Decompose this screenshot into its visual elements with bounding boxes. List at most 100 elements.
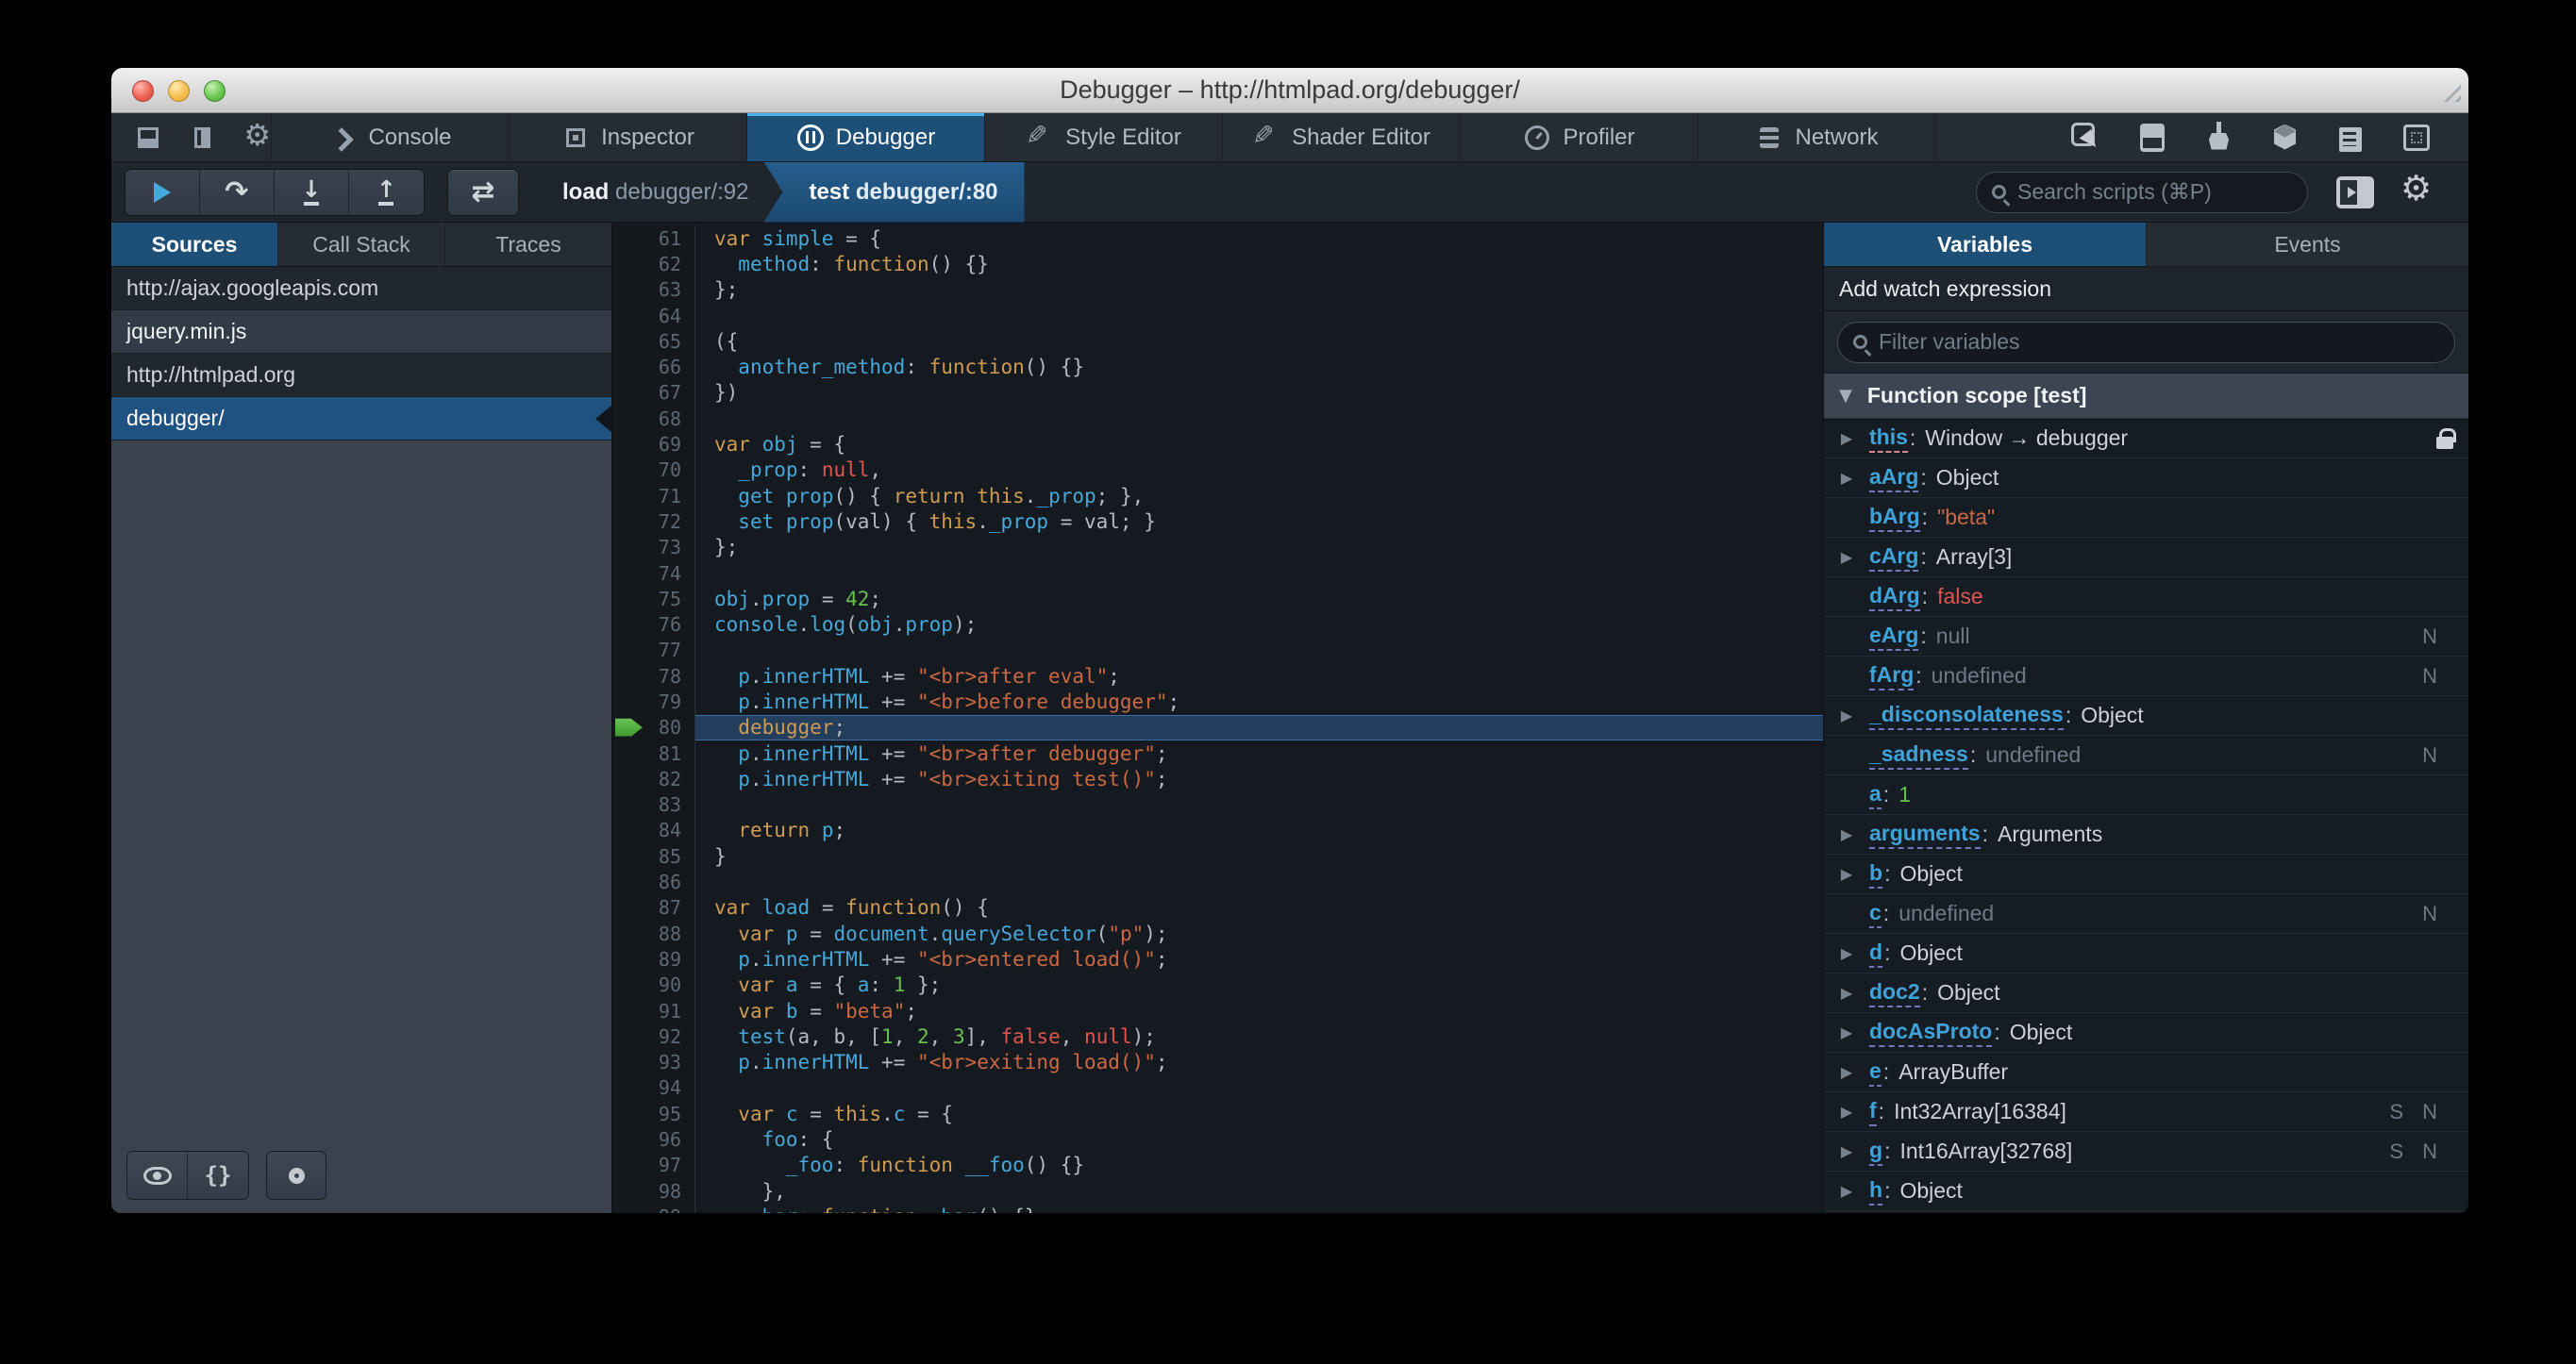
- pretty-print-button[interactable]: {}: [188, 1152, 248, 1199]
- variable-row[interactable]: ▶ arguments: Arguments: [1824, 815, 2468, 855]
- code-line[interactable]: 64: [612, 302, 1823, 329]
- code-line[interactable]: 96 foo: {: [612, 1126, 1823, 1153]
- zoom-window-button[interactable]: [204, 80, 226, 102]
- variable-row[interactable]: ▶ doc2: Object: [1824, 973, 2468, 1013]
- code-line[interactable]: 76 console. log(obj. prop);: [612, 611, 1823, 638]
- code-line[interactable]: 85}: [612, 843, 1823, 870]
- line-number-gutter[interactable]: 86: [612, 869, 695, 895]
- variable-row[interactable]: ▶ this: Window → debugger: [1824, 419, 2468, 458]
- line-number-gutter[interactable]: 67: [612, 379, 695, 407]
- code-line[interactable]: 66 another_method: function() {}: [612, 354, 1823, 380]
- step-in-button[interactable]: ↓: [275, 169, 349, 215]
- line-number-gutter[interactable]: 62: [612, 251, 695, 277]
- code-line[interactable]: 79 p. innerHTML += "<br>before debugger";: [612, 689, 1823, 715]
- code-line[interactable]: 72 set prop (val) { this. _prop = val; }: [612, 508, 1823, 535]
- line-number-gutter[interactable]: 93: [612, 1049, 695, 1075]
- line-number-gutter[interactable]: 79: [612, 689, 695, 715]
- filter-variables-input[interactable]: [1879, 329, 2439, 355]
- code-line[interactable]: 84 return p;: [612, 817, 1823, 844]
- variable-row[interactable]: eArg: null N: [1824, 617, 2468, 657]
- line-number-gutter[interactable]: 70: [612, 457, 695, 483]
- sidebar-tab-sources[interactable]: Sources: [111, 223, 278, 266]
- line-number-gutter[interactable]: 83: [612, 791, 695, 818]
- line-number-gutter[interactable]: 80: [612, 714, 695, 740]
- breadcrumb-frame[interactable]: load debugger/:92: [562, 179, 748, 206]
- code-line[interactable]: 93 p. innerHTML += "<br>exiting load()";: [612, 1049, 1823, 1075]
- variable-row[interactable]: ▶ b: Object: [1824, 855, 2468, 894]
- code-line[interactable]: 82 p. innerHTML += "<br>exiting test()";: [612, 766, 1823, 792]
- toggle-black-boxing-button[interactable]: [447, 168, 519, 216]
- line-number-gutter[interactable]: 94: [612, 1074, 695, 1102]
- line-number-gutter[interactable]: 90: [612, 972, 695, 998]
- code-line[interactable]: 74: [612, 559, 1823, 587]
- line-number-gutter[interactable]: 87: [612, 894, 695, 922]
- code-line[interactable]: 98 },: [612, 1177, 1823, 1205]
- code-line[interactable]: 97 _foo: function __foo() {}: [612, 1152, 1823, 1178]
- tilt-3d-icon[interactable]: [2267, 120, 2302, 156]
- code-line[interactable]: 70 _prop: null,: [612, 457, 1823, 483]
- line-number-gutter[interactable]: 84: [612, 817, 695, 844]
- code-line[interactable]: 99 bar: function _bar() {},: [612, 1204, 1823, 1213]
- step-out-button[interactable]: ↑: [349, 169, 424, 215]
- tab-profiler[interactable]: Profiler: [1461, 113, 1698, 161]
- line-number-gutter[interactable]: 97: [612, 1152, 695, 1178]
- panel-tab-events[interactable]: Events: [2147, 223, 2468, 266]
- line-number-gutter[interactable]: 65: [612, 328, 695, 355]
- script-search-box[interactable]: [1976, 171, 2308, 213]
- code-line[interactable]: 62 method: function() {}: [612, 251, 1823, 277]
- variable-row[interactable]: _sadness: undefined N: [1824, 736, 2468, 775]
- line-number-gutter[interactable]: 92: [612, 1023, 695, 1050]
- code-line[interactable]: 78 p. innerHTML += "<br>after eval";: [612, 663, 1823, 690]
- code-line[interactable]: 73};: [612, 534, 1823, 560]
- tab-network[interactable]: Network: [1698, 113, 1936, 161]
- tab-inspector[interactable]: Inspector: [510, 113, 747, 161]
- code-line[interactable]: 81 p. innerHTML += "<br>after debugger";: [612, 740, 1823, 767]
- dock-side-icon[interactable]: [189, 123, 217, 153]
- pause-on-exceptions-button[interactable]: [127, 1152, 188, 1199]
- variable-row[interactable]: ▶ f: Int32Array[16384] S N: [1824, 1092, 2468, 1132]
- variable-row[interactable]: ▶ docAsProto: Object: [1824, 1013, 2468, 1053]
- code-line[interactable]: 67}): [612, 379, 1823, 407]
- line-number-gutter[interactable]: 66: [612, 354, 695, 380]
- code-line[interactable]: 87 var load = function() {: [612, 894, 1823, 922]
- variable-row[interactable]: ▶ g: Int16Array[32768] S N: [1824, 1132, 2468, 1172]
- line-number-gutter[interactable]: 64: [612, 302, 695, 329]
- line-number-gutter[interactable]: 99: [612, 1204, 695, 1213]
- variable-row[interactable]: ▶ cArg: Array[3]: [1824, 538, 2468, 577]
- code-line[interactable]: 92 test (a, b, [1, 2, 3], false, null);: [612, 1023, 1823, 1050]
- variable-row[interactable]: fArg: undefined N: [1824, 657, 2468, 696]
- code-line[interactable]: 63};: [612, 276, 1823, 303]
- line-number-gutter[interactable]: 76: [612, 611, 695, 638]
- line-number-gutter[interactable]: 74: [612, 559, 695, 587]
- source-editor[interactable]: 61 var simple = {62 method: function() {}…: [612, 223, 1823, 1213]
- resume-button[interactable]: [125, 169, 200, 215]
- tab-console[interactable]: Console: [272, 113, 510, 161]
- code-line[interactable]: 61 var simple = {: [612, 225, 1823, 252]
- line-number-gutter[interactable]: 95: [612, 1101, 695, 1127]
- code-line[interactable]: 83: [612, 791, 1823, 818]
- code-line[interactable]: 65 ({: [612, 328, 1823, 355]
- code-line[interactable]: 69 var obj = {: [612, 431, 1823, 457]
- variable-row[interactable]: ▶ h: Object: [1824, 1172, 2468, 1211]
- code-line[interactable]: 91 var b = "beta";: [612, 997, 1823, 1024]
- variable-row[interactable]: ▶ _disconsolateness: Object: [1824, 696, 2468, 736]
- source-group[interactable]: http://htmlpad.org: [111, 354, 611, 397]
- code-line[interactable]: 71 get prop() { return this. _prop; },: [612, 482, 1823, 509]
- line-number-gutter[interactable]: 78: [612, 663, 695, 690]
- tab-style-editor[interactable]: Style Editor: [985, 113, 1223, 161]
- line-number-gutter[interactable]: 81: [612, 740, 695, 767]
- variable-row[interactable]: ▶ d: Object: [1824, 934, 2468, 973]
- debugger-options-gear-icon[interactable]: [2400, 168, 2434, 209]
- sidebar-tab-call-stack[interactable]: Call Stack: [278, 223, 445, 266]
- line-number-gutter[interactable]: 72: [612, 508, 695, 535]
- dock-bottom-icon[interactable]: [134, 123, 162, 153]
- search-input[interactable]: [2017, 179, 2292, 205]
- code-line[interactable]: 75 obj. prop = 42;: [612, 586, 1823, 612]
- line-number-gutter[interactable]: 71: [612, 482, 695, 509]
- source-item[interactable]: debugger/: [111, 397, 611, 441]
- source-item[interactable]: jquery.min.js: [111, 310, 611, 354]
- minimize-window-button[interactable]: [168, 80, 190, 102]
- split-console-icon[interactable]: [2134, 120, 2170, 156]
- line-number-gutter[interactable]: 61: [612, 225, 695, 252]
- tab-debugger[interactable]: Debugger: [747, 113, 985, 161]
